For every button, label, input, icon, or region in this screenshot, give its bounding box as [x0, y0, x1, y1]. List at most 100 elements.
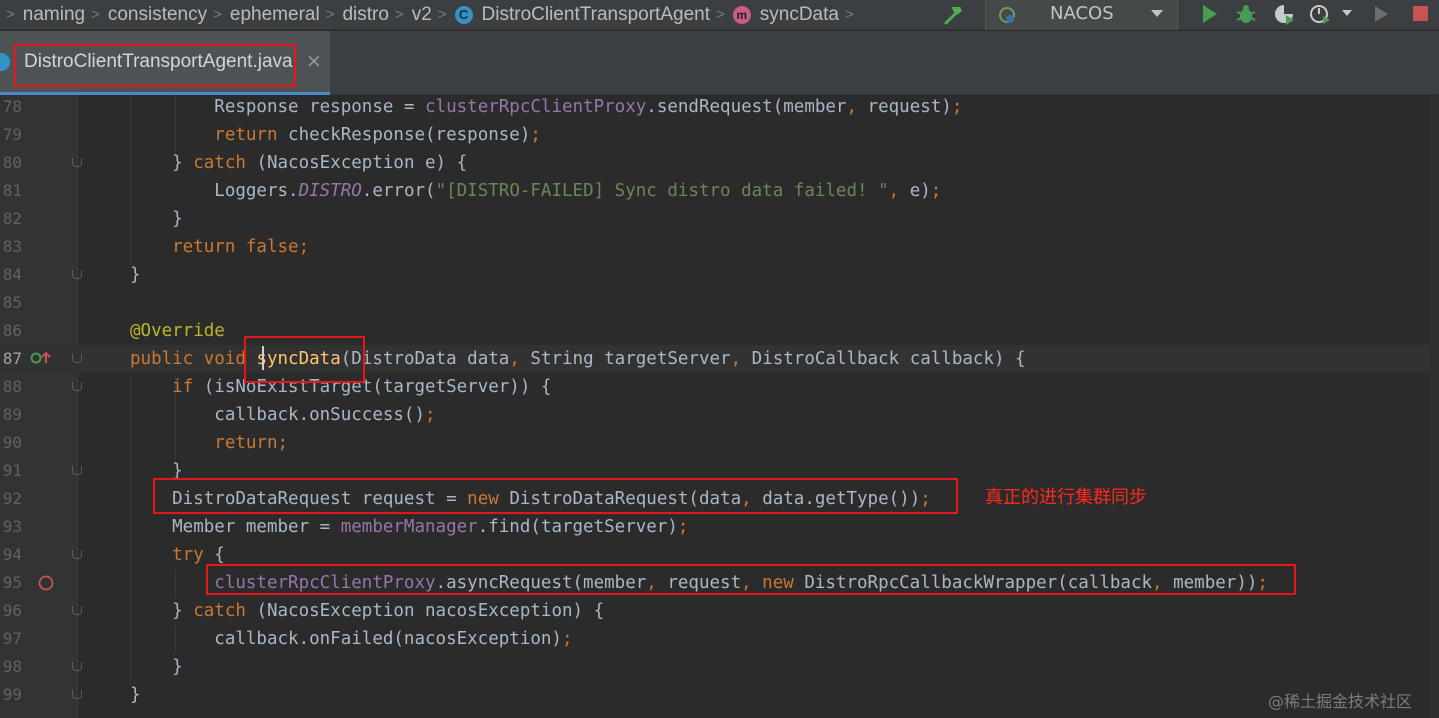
- code-line[interactable]: 84}: [0, 261, 1439, 289]
- code-line[interactable]: 93 Member member = memberManager.find(ta…: [0, 513, 1439, 541]
- line-number[interactable]: 81: [0, 177, 22, 205]
- breadcrumb-ephemeral[interactable]: ephemeral: [230, 4, 320, 26]
- code-line[interactable]: 83 return false;: [0, 233, 1439, 261]
- code-text: callback.onSuccess();: [130, 401, 435, 429]
- fold-marker[interactable]: [72, 158, 82, 167]
- line-number[interactable]: 80: [0, 149, 22, 177]
- line-number[interactable]: 85: [0, 289, 22, 317]
- line-number[interactable]: 92: [0, 485, 22, 513]
- line-number[interactable]: 90: [0, 429, 22, 457]
- breadcrumb-naming[interactable]: naming: [23, 4, 85, 26]
- coverage-icon[interactable]: [1272, 2, 1296, 26]
- chevron-down-icon: [1151, 10, 1163, 17]
- line-number[interactable]: 99: [0, 681, 22, 709]
- line-number[interactable]: 95: [0, 569, 22, 597]
- line-number[interactable]: 83: [0, 233, 22, 261]
- line-number[interactable]: 96: [0, 597, 22, 625]
- code-line[interactable]: 98 }: [0, 653, 1439, 681]
- code-token: (NacosException nacosException) {: [256, 601, 605, 621]
- method-icon: m: [732, 5, 751, 24]
- fold-marker[interactable]: [72, 606, 82, 615]
- code-token: ;: [677, 517, 689, 537]
- code-token: public void: [130, 349, 257, 369]
- code-line[interactable]: 81 Loggers.DISTRO.error("[DISTRO-FAILED]…: [0, 177, 1439, 205]
- line-number[interactable]: 91: [0, 457, 22, 485]
- code-token: ;: [930, 181, 942, 201]
- debug-icon[interactable]: [1234, 2, 1258, 26]
- profile-icon[interactable]: [1308, 2, 1332, 26]
- code-line[interactable]: 96 } catch (NacosException nacosExceptio…: [0, 597, 1439, 625]
- code-line[interactable]: 80 } catch (NacosException e) {: [0, 149, 1439, 177]
- code-token: return: [130, 125, 289, 145]
- code-token: Loggers.: [130, 181, 299, 201]
- run-disabled-icon[interactable]: [1370, 2, 1392, 26]
- line-number[interactable]: 84: [0, 261, 22, 289]
- breadcrumb-v2[interactable]: v2: [412, 4, 432, 26]
- run-icon[interactable]: [1198, 2, 1220, 26]
- code-token: memberManager: [340, 517, 478, 537]
- line-number[interactable]: 97: [0, 625, 22, 653]
- breadcrumb-consistency[interactable]: consistency: [108, 4, 207, 26]
- run-configuration-select[interactable]: NACOS: [985, 0, 1178, 30]
- fold-marker[interactable]: [72, 382, 82, 391]
- code-token: checkResponse(response): [288, 125, 531, 145]
- code-line[interactable]: 82 }: [0, 205, 1439, 233]
- line-number[interactable]: 88: [0, 373, 22, 401]
- code-text: return;: [130, 429, 288, 457]
- line-number[interactable]: 82: [0, 205, 22, 233]
- breadcrumb-distro[interactable]: distro: [342, 4, 388, 26]
- fold-marker[interactable]: [72, 354, 82, 363]
- override-icon[interactable]: [30, 350, 52, 366]
- line-number[interactable]: 79: [0, 121, 22, 149]
- line-number[interactable]: 86: [0, 317, 22, 345]
- code-line[interactable]: 97 callback.onFailed(nacosException);: [0, 625, 1439, 653]
- stop-icon[interactable]: [1410, 3, 1432, 25]
- line-number[interactable]: 94: [0, 541, 22, 569]
- fold-marker[interactable]: [72, 690, 82, 699]
- code-token: ,: [846, 97, 858, 117]
- close-icon[interactable]: ×: [306, 50, 322, 72]
- code-token: }: [130, 601, 194, 621]
- line-number[interactable]: 98: [0, 653, 22, 681]
- fold-marker[interactable]: [72, 550, 82, 559]
- hammer-icon[interactable]: [942, 3, 966, 27]
- code-line[interactable]: 87 public void syncData(DistroData data, …: [0, 345, 1439, 373]
- code-token: request: [656, 573, 742, 593]
- code-line[interactable]: 85: [0, 289, 1439, 317]
- code-token: }: [130, 265, 141, 285]
- fold-marker[interactable]: [72, 270, 82, 279]
- code-line[interactable]: 95 clusterRpcClientProxy.asyncRequest(me…: [0, 569, 1439, 597]
- code-token: ,: [1152, 573, 1163, 593]
- chevron-down-icon[interactable]: [1342, 10, 1352, 16]
- code-line[interactable]: 99}: [0, 681, 1439, 709]
- code-line[interactable]: 89 callback.onSuccess();: [0, 401, 1439, 429]
- code-text: try {: [130, 541, 225, 569]
- fold-marker[interactable]: [72, 466, 82, 475]
- code-line[interactable]: 88 if (isNoExistTarget(targetServer)) {: [0, 373, 1439, 401]
- code-token: }: [130, 461, 183, 481]
- code-text: DistroDataRequest request = new DistroDa…: [130, 485, 931, 513]
- code-line[interactable]: 90 return;: [0, 429, 1439, 457]
- code-token: ;: [530, 125, 541, 145]
- breadcrumb-class[interactable]: C DistroClientTransportAgent: [454, 4, 710, 26]
- code-line[interactable]: 86 @Override: [0, 317, 1439, 345]
- fold-marker[interactable]: [72, 662, 82, 671]
- line-number[interactable]: 78: [0, 93, 22, 121]
- line-number[interactable]: 87: [0, 345, 22, 373]
- vertical-scrollbar[interactable]: [1430, 95, 1439, 718]
- line-number[interactable]: 89: [0, 401, 22, 429]
- code-token: (NacosException e) {: [256, 153, 468, 173]
- code-line[interactable]: 92 DistroDataRequest request = new Distr…: [0, 485, 1439, 513]
- code-token: (isNoExistTarget(targetServer)) {: [203, 377, 552, 397]
- tab-distro-client-transport-agent[interactable]: DistroClientTransportAgent.java ×: [0, 31, 330, 95]
- breadcrumb-method[interactable]: m syncData: [732, 4, 839, 26]
- code-line[interactable]: 94 try {: [0, 541, 1439, 569]
- chevron-right-icon: >: [91, 6, 100, 23]
- code-line[interactable]: 79 return checkResponse(response);: [0, 121, 1439, 149]
- chevron-right-icon: >: [213, 6, 222, 23]
- line-number[interactable]: 93: [0, 513, 22, 541]
- code-line[interactable]: 78 Response response = clusterRpcClientP…: [0, 93, 1439, 121]
- code-token: ,: [509, 349, 520, 369]
- code-line[interactable]: 91 }: [0, 457, 1439, 485]
- breakpoint-icon[interactable]: [37, 574, 55, 592]
